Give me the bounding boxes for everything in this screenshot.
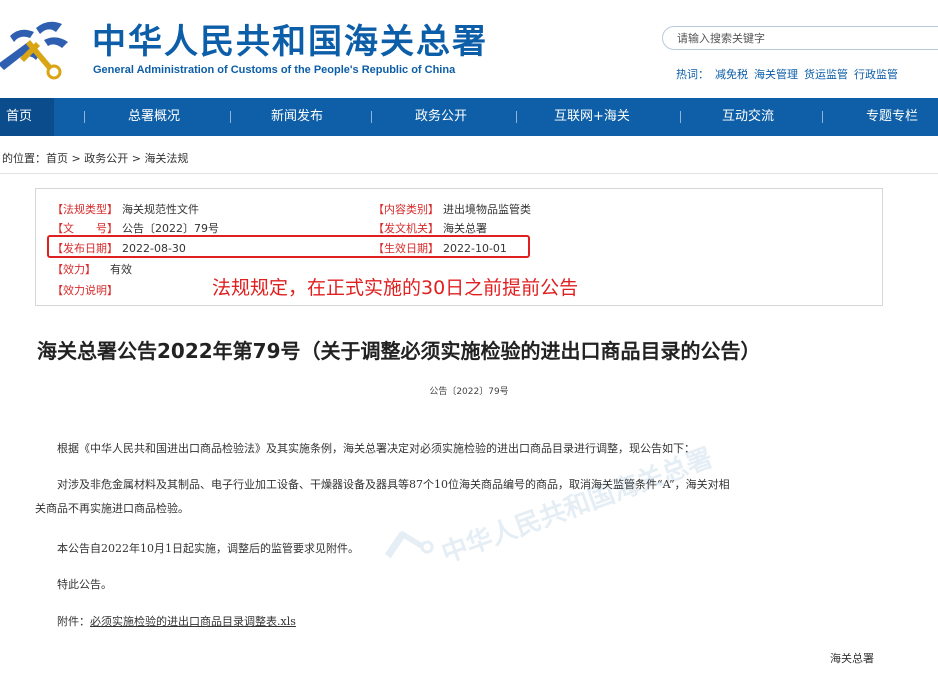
meta-value: 进出境物品监管类 [443, 203, 531, 216]
nav-separator [371, 111, 372, 123]
watermark: 中华人民共和国海关总署 [366, 429, 717, 640]
nav-item-news[interactable]: 新闻发布 [271, 98, 323, 136]
nav-separator [680, 111, 681, 123]
nav-separator [84, 111, 85, 123]
breadcrumb-item-home[interactable]: 首页 [46, 152, 68, 165]
meta-value: 公告〔2022〕79号 [122, 222, 219, 235]
nav-item-topics[interactable]: 专题专栏 [866, 98, 918, 136]
hot-words-label: 热词： [676, 68, 709, 81]
divider [0, 173, 938, 174]
meta-value: 有效 [110, 263, 132, 276]
nav-item-internet-customs[interactable]: 互联网+海关 [554, 98, 630, 136]
search-box [662, 26, 938, 50]
hot-word-item[interactable]: 海关管理 [754, 68, 798, 81]
nav-separator [822, 111, 823, 123]
breadcrumb: 的位置：首页 > 政务公开 > 海关法规 [2, 150, 188, 166]
article-paragraph: 对涉及非危金属材料及其制品、电子行业加工设备、干燥器设备及器具等87个10位海关… [57, 478, 730, 491]
date-highlight-box [47, 235, 530, 258]
meta-label: 【文 号】 [52, 222, 118, 235]
meta-doc-number: 【文 号】 公告〔2022〕79号 [52, 220, 219, 236]
watermark-emblem-icon [384, 530, 434, 559]
article-paragraph: 本公告自2022年10月1日起实施，调整后的监管要求见附件。 [57, 542, 359, 555]
meta-content-category: 【内容类别】 进出境物品监管类 [373, 201, 531, 217]
nav-item-interaction[interactable]: 互动交流 [722, 98, 774, 136]
article-paragraph: 关商品不再实施进口商品检验。 [35, 502, 189, 515]
hot-word-item[interactable]: 货运监管 [804, 68, 848, 81]
site-header: 中华人民共和国海关总署 General Administration of Cu… [0, 0, 938, 98]
meta-label: 【内容类别】 [373, 203, 439, 216]
article-signature: 海关总署 [830, 652, 874, 665]
breadcrumb-separator: > [128, 152, 145, 165]
meta-label: 【法规类型】 [52, 203, 118, 216]
breadcrumb-item-gov-affairs[interactable]: 政务公开 [84, 152, 128, 165]
nav-item-home[interactable]: 首页 [0, 98, 54, 136]
meta-label: 【效力】 [52, 263, 96, 276]
breadcrumb-prefix: 的位置： [2, 152, 46, 165]
attachment-label: 附件： [57, 615, 90, 628]
nav-item-gov-affairs[interactable]: 政务公开 [415, 98, 467, 136]
red-annotation: 法规规定，在正式实施的30日之前提前公告 [212, 277, 579, 299]
meta-value: 海关总署 [443, 222, 487, 235]
breadcrumb-item-regulations[interactable]: 海关法规 [144, 152, 188, 165]
meta-issuer: 【发文机关】 海关总署 [373, 220, 487, 236]
meta-regulation-type: 【法规类型】 海关规范性文件 [52, 201, 199, 217]
meta-label: 【发文机关】 [373, 222, 439, 235]
meta-validity: 【效力】 有效 [52, 261, 132, 277]
site-title: 中华人民共和国海关总署 [92, 22, 488, 62]
meta-label: 【效力说明】 [52, 284, 118, 297]
search-input[interactable] [677, 30, 927, 46]
customs-emblem-icon [0, 21, 68, 80]
meta-value: 海关规范性文件 [122, 203, 199, 216]
nav-item-overview[interactable]: 总署概况 [128, 98, 180, 136]
hot-word-item[interactable]: 行政监管 [854, 68, 898, 81]
breadcrumb-separator: > [68, 152, 85, 165]
article-doc-number: 公告〔2022〕79号 [429, 387, 509, 397]
watermark-text: 中华人民共和国海关总署 [437, 443, 717, 570]
site-subtitle: General Administration of Customs of the… [93, 64, 456, 76]
nav-separator [230, 111, 231, 123]
nav-separator [516, 111, 517, 123]
hot-words: 热词： 减免税 海关管理 货运监管 行政监管 [676, 66, 904, 82]
main-nav: 首页 总署概况 新闻发布 政务公开 互联网+海关 互动交流 专题专栏 [0, 98, 938, 136]
article-attachment: 附件：必须实施检验的进出口商品目录调整表.xls [57, 613, 296, 629]
meta-validity-note: 【效力说明】 [52, 282, 122, 298]
attachment-link[interactable]: 必须实施检验的进出口商品目录调整表.xls [90, 615, 296, 628]
article-title: 海关总署公告2022年第79号（关于调整必须实施检验的进出口商品目录的公告） [37, 339, 761, 363]
article-paragraph: 特此公告。 [57, 578, 112, 591]
hot-word-item[interactable]: 减免税 [715, 68, 748, 81]
regulation-meta-box: 【法规类型】 海关规范性文件 【内容类别】 进出境物品监管类 【文 号】 公告〔202… [35, 188, 883, 306]
article-paragraph: 根据《中华人民共和国进出口商品检验法》及其实施条例，海关总署决定对必须实施检验的… [57, 442, 695, 455]
